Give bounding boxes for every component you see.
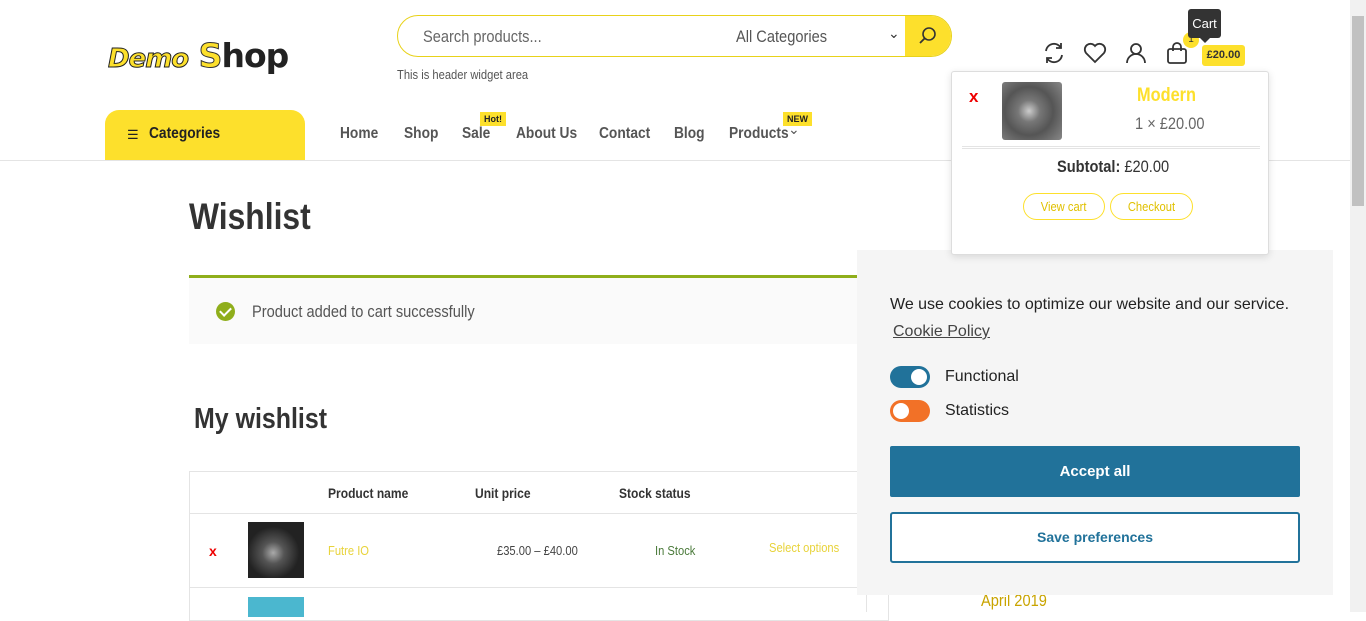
search-icon	[919, 27, 936, 44]
menu-icon: ☰	[127, 127, 139, 142]
category-select[interactable]: All Categories	[736, 27, 827, 47]
nav-home[interactable]: Home	[340, 125, 378, 143]
nav-products[interactable]: Products	[729, 125, 789, 143]
logo-s: S	[198, 36, 223, 76]
mini-cart-dropdown: x Modern 1 × £20.00 Subtotal: £20.00 Vie…	[951, 71, 1269, 255]
product-price: £35.00 – £40.00	[497, 543, 578, 558]
product-name-link[interactable]: Futre IO	[328, 543, 369, 558]
cookie-consent-panel: We use cookies to optimize our website a…	[857, 250, 1333, 595]
column-header: Stock status	[619, 485, 691, 501]
new-badge: NEW	[783, 112, 812, 126]
nav-shop[interactable]: Shop	[404, 125, 438, 143]
scrollbar[interactable]	[1350, 0, 1366, 612]
select-options-link[interactable]: Select options	[769, 540, 839, 555]
page-title: Wishlist	[189, 196, 311, 237]
cookie-text: We use cookies to optimize our website a…	[890, 296, 1290, 313]
product-thumbnail[interactable]	[248, 522, 304, 578]
user-icon[interactable]	[1123, 40, 1149, 66]
success-notice: Product added to cart successfully	[189, 275, 857, 344]
checkout-button[interactable]: Checkout	[1110, 193, 1193, 220]
nav-contact[interactable]: Contact	[599, 125, 650, 143]
stock-status: In Stock	[655, 543, 696, 558]
subtotal-label: Subtotal:	[1057, 157, 1121, 176]
notice-message: Product added to cart successfully	[252, 302, 475, 321]
functional-label: Functional	[945, 368, 1019, 385]
product-thumbnail[interactable]	[248, 597, 304, 617]
categories-button[interactable]: ☰ Categories	[105, 110, 305, 160]
compare-icon[interactable]	[1041, 40, 1067, 66]
section-title: My wishlist	[194, 403, 328, 435]
functional-toggle[interactable]	[890, 366, 930, 388]
site-logo[interactable]: Demo Shop	[107, 36, 289, 76]
header-widget-text: This is header widget area	[397, 67, 529, 82]
wishlist-table: Product name Unit price Stock status x F…	[189, 471, 890, 621]
toggle-knob	[911, 369, 927, 385]
divider	[962, 146, 1260, 149]
column-header: Unit price	[475, 485, 531, 501]
accept-all-button[interactable]: Accept all	[890, 446, 1300, 497]
product-name[interactable]: Modern	[1137, 85, 1196, 107]
logo-hop: hop	[221, 36, 289, 75]
product-image[interactable]	[1002, 82, 1062, 140]
logo-demo: Demo	[107, 44, 189, 75]
categories-label: Categories	[149, 125, 221, 142]
check-circle-icon	[216, 302, 235, 321]
search-input[interactable]: Search products...	[423, 27, 542, 47]
search-button[interactable]	[905, 16, 951, 56]
cart-tooltip: Cart	[1188, 9, 1221, 43]
save-preferences-button[interactable]: Save preferences	[890, 512, 1300, 563]
remove-item-button[interactable]: x	[969, 87, 978, 107]
cookie-policy-link[interactable]: Cookie Policy	[893, 323, 990, 341]
nav-about[interactable]: About Us	[516, 125, 577, 143]
cart-total-badge[interactable]: £20.00	[1202, 45, 1245, 66]
statistics-toggle[interactable]	[890, 400, 930, 422]
subtotal: Subtotal: £20.00	[1057, 157, 1169, 177]
nav-sale[interactable]: Sale	[462, 125, 490, 143]
nav-blog[interactable]: Blog	[674, 125, 705, 143]
remove-button[interactable]: x	[209, 543, 217, 559]
checkout-label: Checkout	[1127, 199, 1176, 214]
subtotal-value: £20.00	[1124, 157, 1170, 176]
toggle-knob	[893, 403, 909, 419]
product-quantity: 1 × £20.00	[1135, 114, 1205, 133]
hot-badge: Hot!	[480, 112, 506, 126]
heart-icon[interactable]	[1082, 40, 1108, 66]
divider	[190, 587, 890, 588]
view-cart-label: View cart	[1041, 199, 1087, 214]
chevron-down-icon[interactable]: ⌄	[888, 25, 900, 42]
search-bar: Search products... All Categories ⌄	[397, 15, 952, 57]
statistics-label: Statistics	[945, 402, 1010, 419]
divider	[190, 513, 890, 514]
scrollbar-thumb[interactable]	[1352, 16, 1364, 206]
view-cart-button[interactable]: View cart	[1023, 193, 1105, 220]
column-header: Product name	[328, 485, 409, 501]
